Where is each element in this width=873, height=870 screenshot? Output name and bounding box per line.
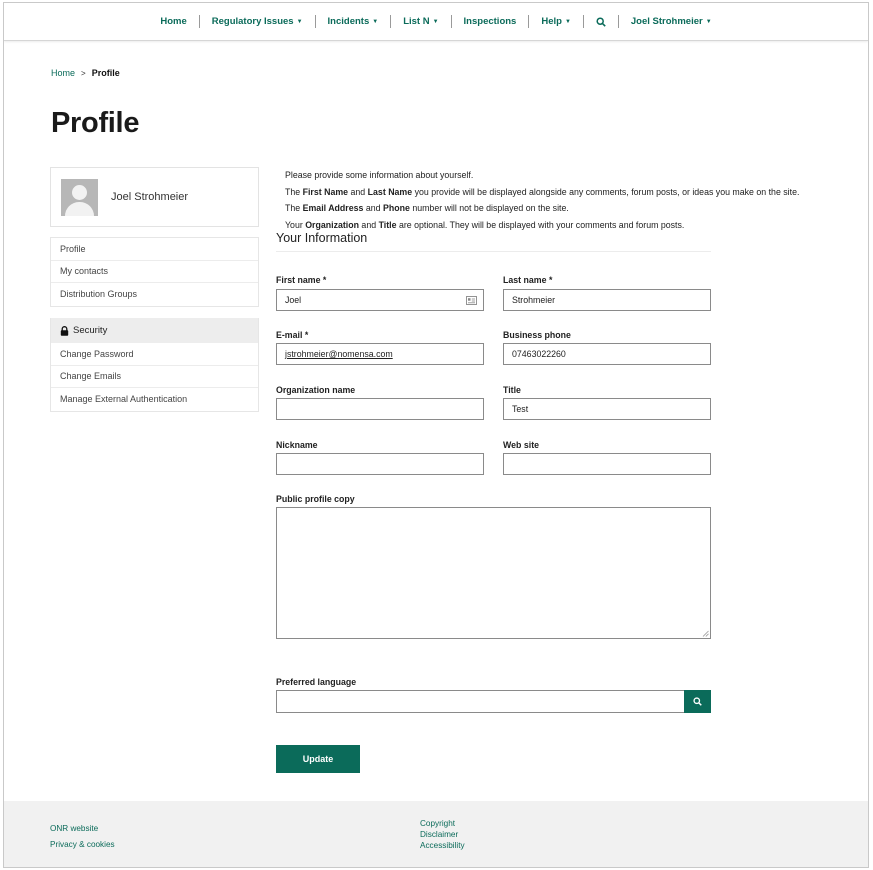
breadcrumb-home-link[interactable]: Home xyxy=(51,68,75,78)
breadcrumb-current: Profile xyxy=(91,68,120,78)
page-frame: Home Regulatory Issues ▼ Incidents ▼ List … xyxy=(3,2,869,868)
nickname-label: Nickname xyxy=(276,440,318,450)
avatar xyxy=(61,178,98,216)
nav-list: Home Regulatory Issues ▼ Incidents ▼ List … xyxy=(148,15,723,28)
security-heading: Security xyxy=(51,318,258,343)
nav-user-label: Joel Strohmeier xyxy=(630,16,703,27)
nav-label: Inspections xyxy=(463,16,517,27)
last-name-field[interactable]: Strohmeier xyxy=(503,289,711,311)
lock-icon xyxy=(60,325,69,336)
public-profile-label: Public profile copy xyxy=(276,494,355,504)
sidebar-item-manage-external-authentication[interactable]: Manage External Authentication xyxy=(51,388,258,411)
intro-line: Please provide some information about yo… xyxy=(285,170,474,180)
sidebar-item-change-emails[interactable]: Change Emails xyxy=(51,366,258,388)
organization-label: Organization name xyxy=(276,385,356,395)
business-phone-field[interactable]: 07463022260 xyxy=(503,343,711,365)
website-field[interactable] xyxy=(503,453,711,475)
intro-line: The Email Address and Phone number will … xyxy=(285,203,569,213)
nav-item-incidents[interactable]: Incidents ▼ xyxy=(316,16,391,27)
footer-link-onr-website[interactable]: ONR website xyxy=(50,824,98,833)
top-navigation: Home Regulatory Issues ▼ Incidents ▼ List … xyxy=(4,3,868,41)
preferred-language-input[interactable] xyxy=(276,690,685,713)
first-name-label: First name * xyxy=(276,275,327,285)
title-label: Title xyxy=(503,385,521,395)
footer-link-copyright[interactable]: Copyright xyxy=(420,819,455,828)
footer-link-privacy-cookies[interactable]: Privacy & cookies xyxy=(50,840,115,849)
footer: ONR website Privacy & cookies Copyright … xyxy=(4,801,868,867)
sidebar-item-change-password[interactable]: Change Password xyxy=(51,343,258,366)
security-heading-label: Security xyxy=(73,325,108,336)
email-label: E-mail * xyxy=(276,330,309,340)
email-field[interactable]: jstrohmeier@nomensa.com xyxy=(276,343,484,365)
sidebar-item-my-contacts[interactable]: My contacts xyxy=(51,261,258,283)
nav-label: List N xyxy=(403,16,430,27)
first-name-value: Joel xyxy=(285,295,302,305)
nav-item-regulatory-issues[interactable]: Regulatory Issues ▼ xyxy=(200,16,315,27)
page-title: Profile xyxy=(51,107,140,139)
nav-label: Home xyxy=(160,16,187,27)
first-name-field[interactable]: Joel xyxy=(276,289,484,311)
sidebar-item-profile[interactable]: Profile xyxy=(51,238,258,261)
preferred-language-search-button[interactable] xyxy=(684,690,711,713)
nav-item-inspections[interactable]: Inspections xyxy=(452,16,529,27)
resize-grip-icon[interactable] xyxy=(702,630,709,637)
intro-line: The First Name and Last Name you provide… xyxy=(285,186,800,197)
caret-down-icon: ▼ xyxy=(705,18,712,25)
public-profile-textarea[interactable] xyxy=(276,507,711,639)
caret-down-icon: ▼ xyxy=(296,18,303,25)
intro-text: Please provide some information about yo… xyxy=(285,167,799,233)
sidebar-security-nav: Security Change Password Change Emails M… xyxy=(50,318,259,412)
nav-item-home[interactable]: Home xyxy=(148,16,198,27)
business-phone-label: Business phone xyxy=(503,330,571,340)
search-icon xyxy=(596,16,606,27)
caret-down-icon: ▼ xyxy=(564,18,571,25)
website-label: Web site xyxy=(503,440,540,450)
email-value: jstrohmeier@nomensa.com xyxy=(285,349,393,359)
caret-down-icon: ▼ xyxy=(432,18,439,25)
title-field[interactable]: Test xyxy=(503,398,711,420)
section-title: Your Information xyxy=(276,231,368,245)
sidebar-nav: Profile My contacts Distribution Groups xyxy=(50,237,259,307)
nav-item-user-menu[interactable]: Joel Strohmeier ▼ xyxy=(619,16,724,27)
section-divider xyxy=(276,251,711,252)
footer-link-accessibility[interactable]: Accessibility xyxy=(420,841,465,850)
breadcrumb-separator: > xyxy=(81,68,86,78)
search-icon xyxy=(693,697,702,706)
nav-search-button[interactable] xyxy=(584,16,618,27)
profile-name: Joel Strohmeier xyxy=(111,191,189,203)
nav-label: Incidents xyxy=(327,16,370,27)
nickname-field[interactable] xyxy=(276,453,484,475)
business-phone-value: 07463022260 xyxy=(512,349,566,359)
organization-field[interactable] xyxy=(276,398,484,420)
nav-label: Help xyxy=(541,16,562,27)
nav-label: Regulatory Issues xyxy=(211,16,294,27)
footer-link-disclaimer[interactable]: Disclaimer xyxy=(420,830,458,839)
profile-card: Joel Strohmeier xyxy=(50,167,259,227)
avatar-body-shape xyxy=(65,201,94,216)
breadcrumb: Home > Profile xyxy=(51,68,120,78)
title-value: Test xyxy=(512,404,529,414)
update-button[interactable]: Update xyxy=(276,745,360,773)
contact-card-icon xyxy=(466,296,477,305)
last-name-value: Strohmeier xyxy=(512,295,556,305)
sidebar-item-distribution-groups[interactable]: Distribution Groups xyxy=(51,283,258,306)
avatar-head-shape xyxy=(72,184,87,200)
preferred-language-label: Preferred language xyxy=(276,677,357,687)
last-name-label: Last name * xyxy=(503,275,553,285)
nav-item-help[interactable]: Help ▼ xyxy=(529,16,583,27)
caret-down-icon: ▼ xyxy=(372,18,379,25)
nav-item-list-n[interactable]: List N ▼ xyxy=(391,16,450,27)
